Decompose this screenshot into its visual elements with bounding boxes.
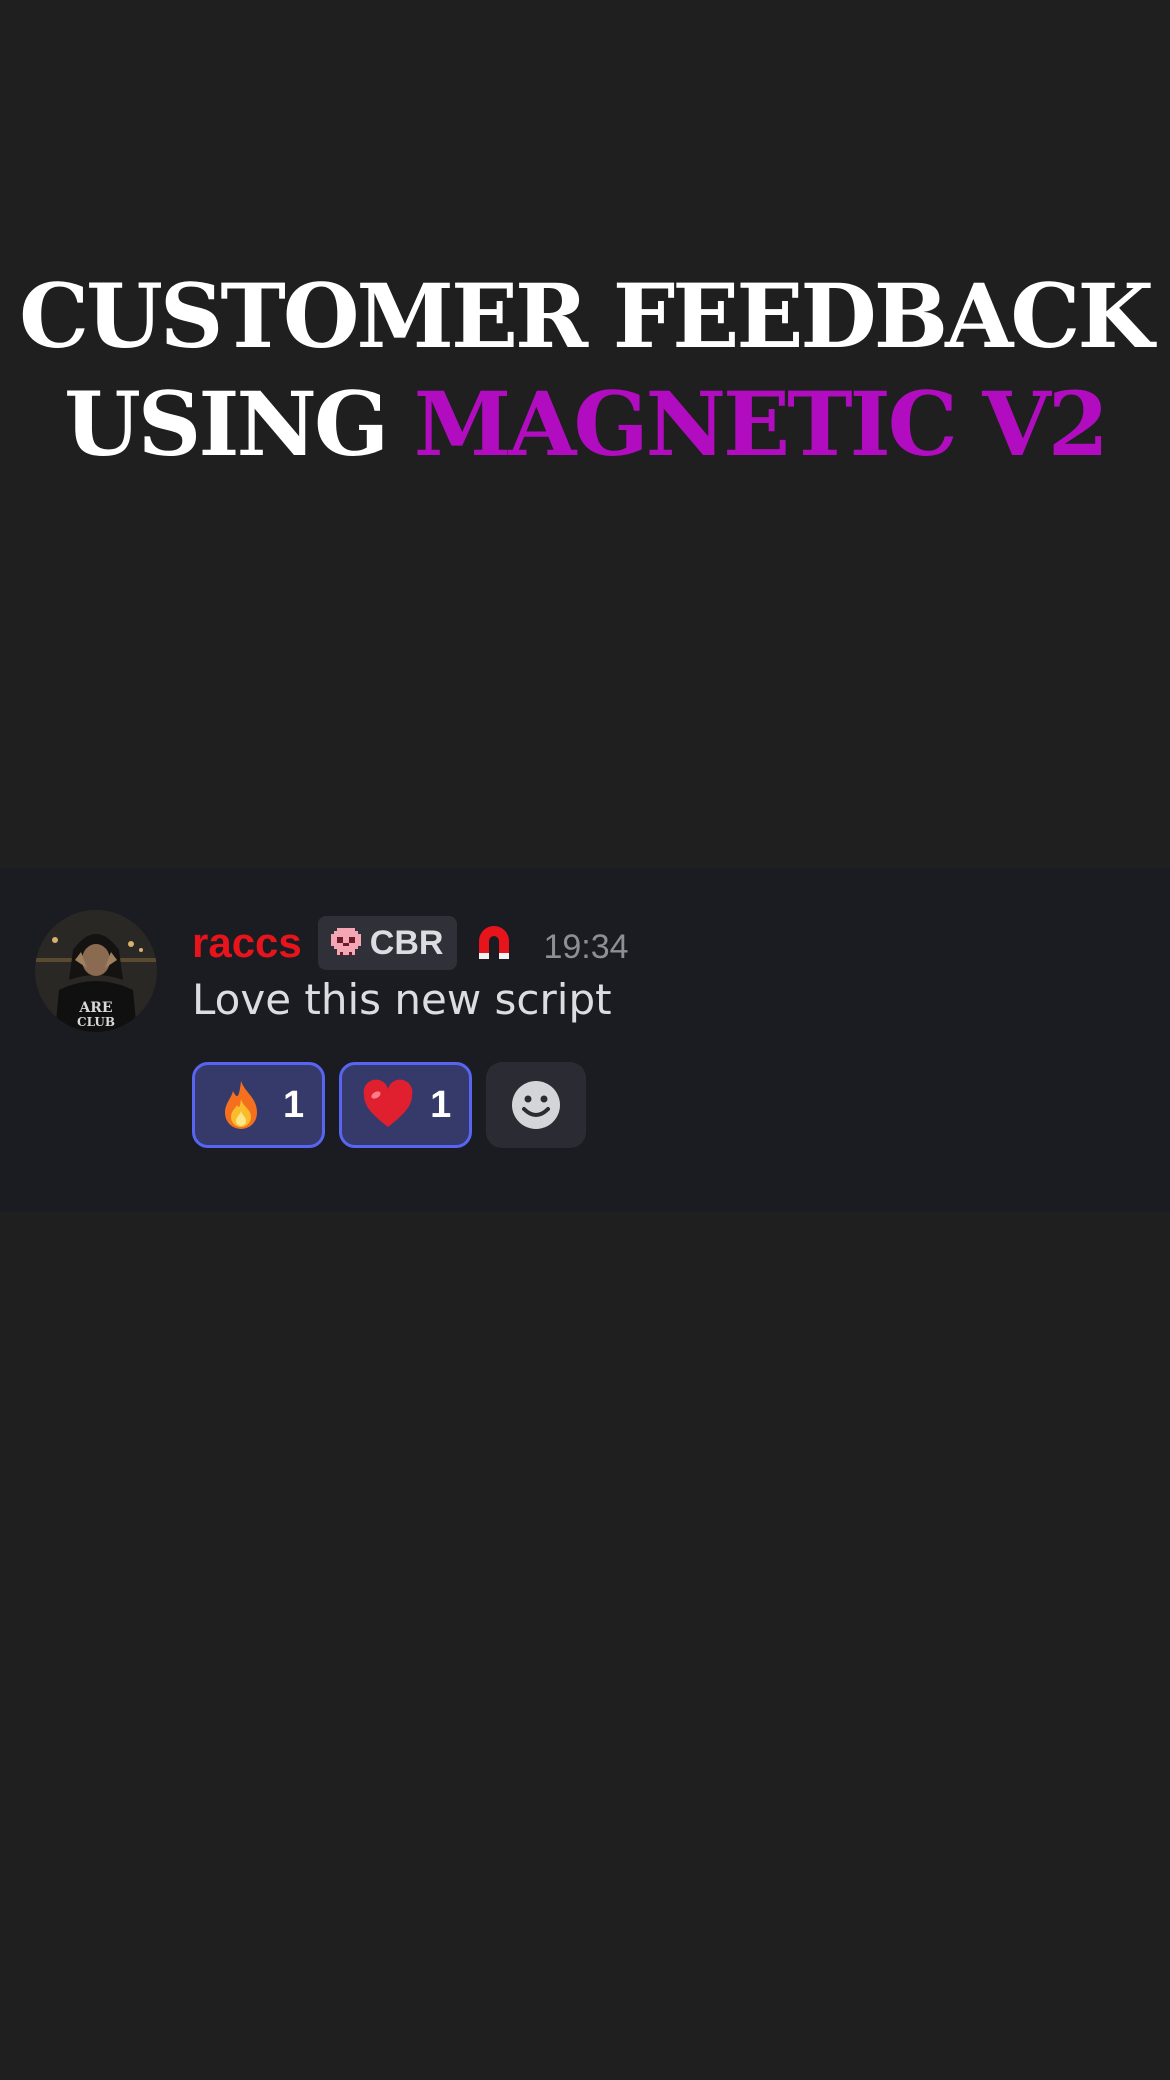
headline-accent: MAGNETIC V2 — [413, 372, 1109, 476]
headline-line-1: CUSTOMER FEEDBACK — [19, 264, 1154, 368]
message-header: raccs CBR 19:34 — [192, 915, 629, 971]
reactions-bar: 1 1 — [192, 1062, 587, 1148]
server-tag[interactable]: CBR — [317, 916, 458, 970]
smiley-icon — [512, 1081, 561, 1129]
reaction-heart[interactable]: 1 — [339, 1062, 473, 1148]
headline-line-2-prefix: USING — [64, 372, 414, 476]
fire-emoji-icon — [225, 1081, 257, 1129]
magnet-icon[interactable] — [475, 923, 513, 963]
reaction-fire[interactable]: 1 — [192, 1062, 326, 1148]
svg-text:ARE: ARE — [78, 1000, 112, 1016]
timestamp: 19:34 — [543, 927, 629, 966]
username[interactable]: raccs — [192, 919, 302, 967]
heart-emoji-icon — [363, 1079, 413, 1127]
message-text: Love this new script — [192, 975, 612, 1024]
headline: CUSTOMER FEEDBACK USING MAGNETIC V2 — [0, 262, 1170, 478]
add-reaction-button[interactable] — [486, 1062, 587, 1148]
avatar[interactable]: ARE CLUB — [35, 910, 157, 1032]
headline-line-2: USING MAGNETIC V2 — [0, 370, 1170, 478]
skull-icon — [330, 928, 361, 955]
svg-text:CLUB: CLUB — [77, 1015, 115, 1029]
reaction-heart-count: 1 — [430, 1083, 452, 1126]
server-tag-label: CBR — [369, 923, 444, 962]
reaction-fire-count: 1 — [283, 1083, 305, 1126]
